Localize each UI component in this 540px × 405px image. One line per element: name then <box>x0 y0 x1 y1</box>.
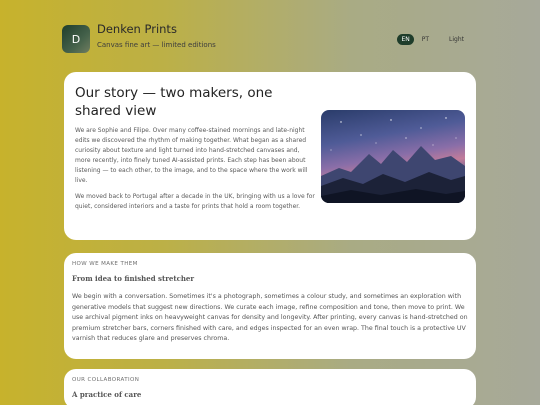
story-paragraph: We are Sophie and Filipe. Over many coff… <box>75 127 308 184</box>
mountain-silhouette <box>321 117 465 203</box>
brand-name[interactable]: Denken Prints <box>97 22 177 36</box>
section-title: From idea to finished stretcher <box>72 274 195 283</box>
section-title-collab: A practice of care <box>72 390 142 399</box>
collaboration-card: OUR COLLABORATION A practice of care <box>64 369 476 405</box>
night-sky-image <box>321 110 465 203</box>
section-body: We begin with a conversation. Sometimes … <box>72 293 468 342</box>
brand-tagline: Canvas fine art — limited editions <box>97 41 216 49</box>
section-eyebrow: HOW WE MAKE THEM <box>72 261 138 267</box>
how-we-make-card: HOW WE MAKE THEM From idea to finished s… <box>64 253 476 359</box>
story-paragraph-2: We moved back to Portugal after a decade… <box>75 193 315 210</box>
story-card: Our story — two makers, one shared view … <box>64 72 476 240</box>
lang-en-button[interactable]: EN <box>397 34 414 45</box>
lang-pt-button[interactable]: PT <box>418 34 433 45</box>
section-eyebrow-collab: OUR COLLABORATION <box>72 377 140 383</box>
site-header: D Denken Prints Canvas fine art — limite… <box>62 22 482 56</box>
story-title: Our story — two makers, one shared view <box>75 85 273 119</box>
theme-toggle[interactable]: Light <box>441 34 472 45</box>
header-controls: EN PT Light <box>397 34 472 45</box>
brand-logo[interactable]: D <box>62 25 90 53</box>
